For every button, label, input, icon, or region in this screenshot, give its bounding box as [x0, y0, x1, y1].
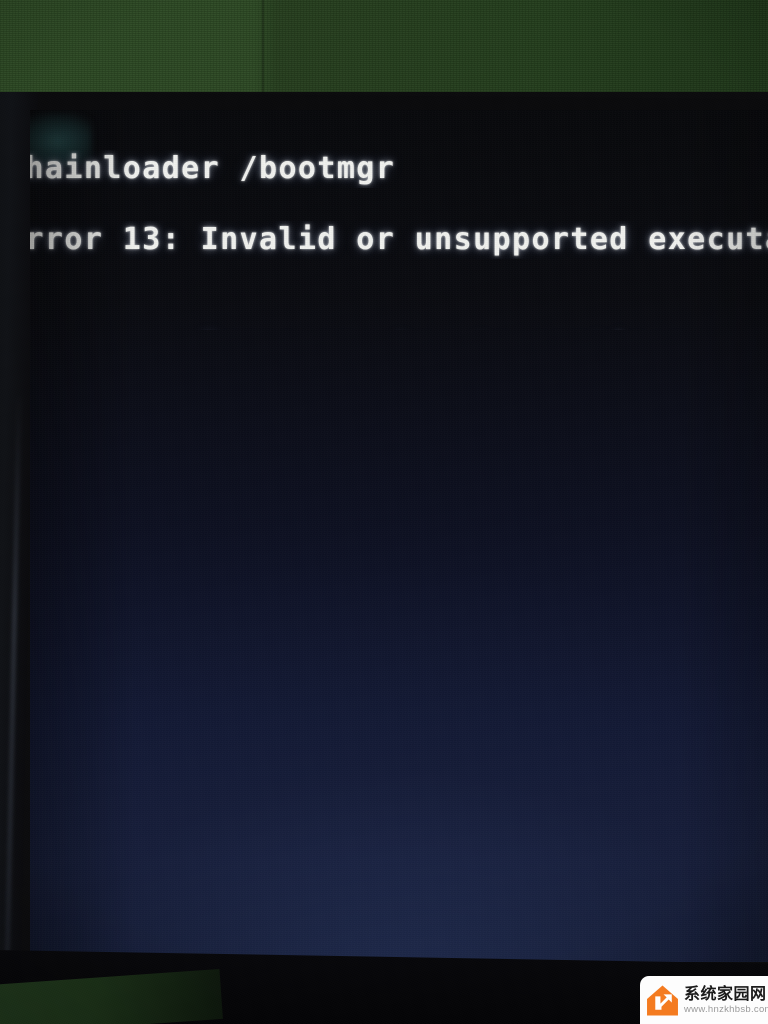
photo-canvas: chainloader /bootmgr Error 13: Invalid o…	[0, 0, 768, 1024]
monitor-screen: chainloader /bootmgr Error 13: Invalid o…	[30, 110, 768, 962]
console-line-error: Error 13: Invalid or unsupported executa…	[30, 222, 768, 257]
monitor: chainloader /bootmgr Error 13: Invalid o…	[0, 92, 768, 1024]
watermark-text-block: 系统家园网 www.hnzkhbsb.com	[684, 983, 768, 1015]
site-watermark: 系统家园网 www.hnzkhbsb.com	[640, 976, 768, 1024]
watermark-site-name: 系统家园网	[684, 983, 767, 1003]
console-line-command: chainloader /bootmgr	[30, 151, 396, 186]
console-line-prompt: Press any key to continue...	[30, 292, 768, 330]
house-arrow-logo-icon	[646, 984, 679, 1017]
watermark-url: www.hnzkhbsb.com	[684, 1003, 768, 1015]
grub-console: chainloader /bootmgr Error 13: Invalid o…	[30, 150, 768, 330]
